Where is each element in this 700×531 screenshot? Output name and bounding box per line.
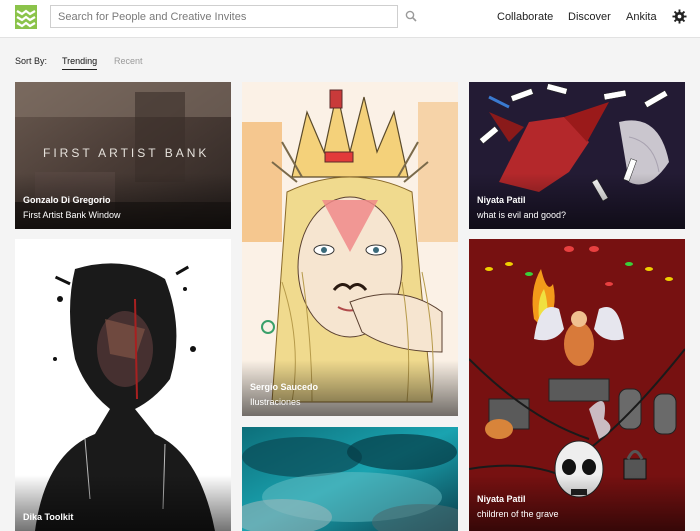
artwork-card[interactable] [242,427,458,531]
nav-discover-link[interactable]: Discover [568,11,611,23]
card-author[interactable]: Gonzalo Di Gregorio [23,195,111,205]
artwork-card[interactable]: FIRST ARTIST BANK Gonzalo Di Gregorio Fi… [15,82,231,229]
search-box [50,5,398,28]
search-icon[interactable] [405,10,417,22]
sort-tab-trending[interactable]: Trending [62,56,98,70]
artwork-card[interactable]: Sergio Saucedo Ilustraciones [242,82,458,416]
sort-label: Sort By: [15,56,48,66]
card-title: Ilustraciones [250,397,301,407]
top-navigation-bar: Collaborate Discover Ankita [0,0,700,38]
gear-icon[interactable] [672,9,687,24]
card-title: what is evil and good? [477,210,567,220]
card-caption-overlay [15,475,231,531]
artwork-sign-text: FIRST ARTIST BANK [43,146,209,160]
logo-icon[interactable] [15,5,37,29]
artwork-card[interactable]: Niyata Patil children of the grave [469,239,685,531]
nav-collaborate-link[interactable]: Collaborate [497,11,553,23]
card-author[interactable]: Dika Toolkit [23,512,73,522]
artwork-card[interactable]: Dika Toolkit [15,239,231,531]
nav-user-link[interactable]: Ankita [626,11,657,23]
sort-tab-recent[interactable]: Recent [114,56,143,66]
card-author[interactable]: Niyata Patil [477,494,526,504]
card-author[interactable]: Sergio Saucedo [250,382,318,392]
artwork-image [242,427,458,531]
card-author[interactable]: Niyata Patil [477,195,526,205]
search-input[interactable] [58,6,388,27]
card-title: children of the grave [477,509,559,519]
artwork-card[interactable]: Niyata Patil what is evil and good? [469,82,685,229]
card-title: First Artist Bank Window [23,210,121,220]
sort-bar: Sort By: Trending Recent [0,38,700,74]
